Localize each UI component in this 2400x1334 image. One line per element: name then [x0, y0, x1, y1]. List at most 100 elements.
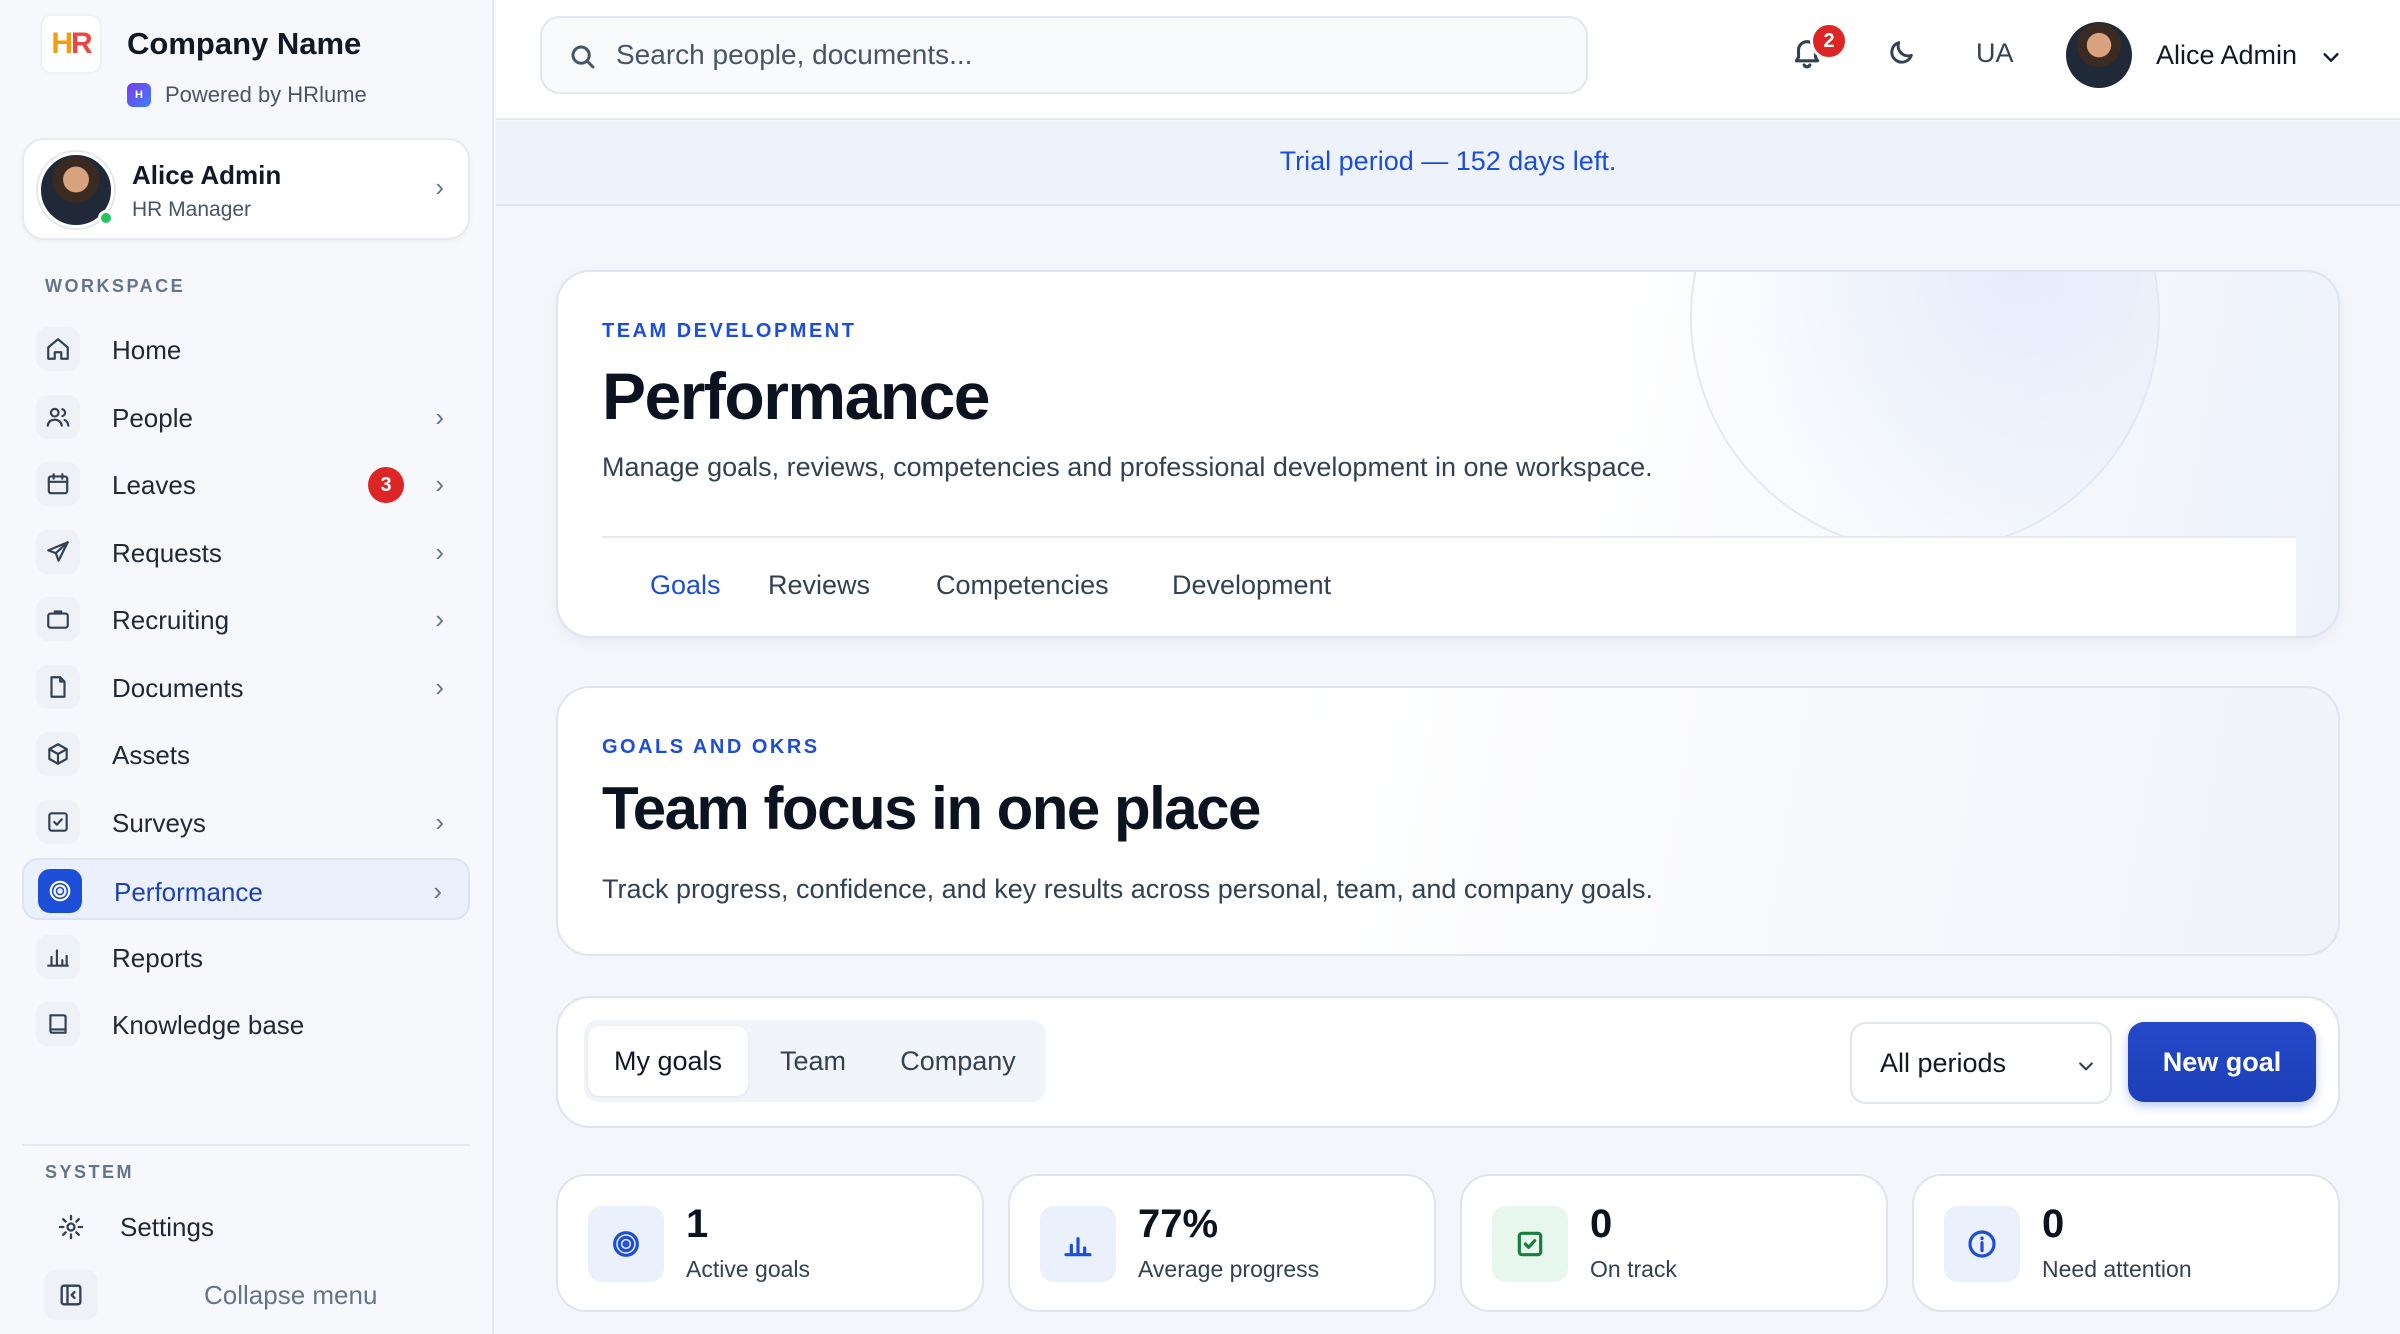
stat-value: 0: [2042, 1202, 2065, 1246]
user-name: Alice Admin: [132, 160, 282, 190]
sidebar-item-label: Assets: [112, 740, 191, 770]
leaves-count-badge: 3: [368, 467, 404, 503]
chevron-down-icon: [2079, 1062, 2093, 1071]
check-square-icon: [1492, 1206, 1568, 1282]
brand[interactable]: HR Company Name H Powered by HRlume: [40, 14, 480, 114]
stat-label: Need attention: [2042, 1256, 2192, 1282]
gear-icon: [44, 1202, 98, 1252]
stat-value: 0: [1590, 1202, 1613, 1246]
stat-label: Active goals: [686, 1256, 811, 1282]
page-description: Manage goals, reviews, competencies and …: [602, 452, 1653, 482]
tab-goals[interactable]: Goals: [650, 570, 721, 601]
stat-card-on-track: 0 On track: [1460, 1174, 1888, 1312]
chevron-right-icon: ›: [435, 469, 444, 499]
sidebar-item-leaves[interactable]: Leaves 3 ›: [22, 453, 470, 515]
sidebar-item-label: Reports: [112, 942, 204, 973]
people-icon: [36, 394, 80, 439]
trial-banner-text: Trial period — 152 days left.: [1279, 146, 1617, 176]
scope-team[interactable]: Team: [756, 1026, 870, 1096]
search-bar[interactable]: [540, 16, 1588, 94]
sidebar-item-knowledge-base[interactable]: Knowledge base: [22, 993, 470, 1055]
active-tab-indicator: [648, 636, 776, 638]
sidebar-divider: [22, 1144, 470, 1146]
sidebar-item-requests[interactable]: Requests ›: [22, 521, 470, 583]
sidebar: HR Company Name H Powered by HRlume Alic…: [0, 0, 494, 1334]
moon-icon: [1890, 41, 1913, 64]
box-icon: [36, 732, 80, 776]
hrlume-logo-icon: H: [127, 83, 151, 107]
document-icon: [36, 664, 80, 709]
performance-hero-card: TEAM DEVELOPMENT Performance Manage goal…: [556, 270, 2340, 638]
sidebar-item-people[interactable]: People ›: [22, 386, 470, 448]
target-icon: [38, 869, 82, 913]
sidebar-item-label: Knowledge base: [112, 1010, 305, 1040]
sidebar-item-recruiting[interactable]: Recruiting ›: [22, 588, 470, 650]
search-icon: [571, 45, 595, 69]
sidebar-nav: Home People › Leaves 3 › Requests › Recr…: [22, 318, 470, 1061]
okr-eyebrow: GOALS AND OKRS: [602, 736, 820, 758]
period-select-value: All periods: [1880, 1048, 2007, 1078]
sidebar-item-label: Requests: [112, 537, 222, 568]
home-icon: [36, 327, 80, 371]
powered-by: H Powered by HRlume: [127, 82, 367, 108]
sidebar-item-reports[interactable]: Reports: [22, 926, 470, 988]
scope-my-goals[interactable]: My goals: [588, 1026, 748, 1096]
collapse-menu-button[interactable]: Collapse menu: [44, 1264, 484, 1324]
avatar: [2066, 22, 2132, 88]
trial-banner: Trial period — 152 days left.: [496, 122, 2400, 206]
sidebar-item-label: Home: [112, 335, 182, 365]
topbar: 2 UA Alice Admin: [496, 0, 2400, 120]
stat-card-average-progress: 77% Average progress: [1008, 1174, 1436, 1312]
period-select[interactable]: All periods: [1850, 1022, 2112, 1104]
company-logo: HR: [40, 14, 102, 74]
theme-toggle-button[interactable]: [1886, 36, 1920, 70]
chevron-right-icon: ›: [433, 876, 442, 906]
app-root: HR Company Name H Powered by HRlume Alic…: [0, 0, 2400, 1334]
collapse-menu-label: Collapse menu: [204, 1280, 378, 1310]
user-menu-button[interactable]: Alice Admin: [2066, 22, 2366, 88]
sidebar-item-settings[interactable]: Settings: [44, 1196, 484, 1256]
stat-card-need-attention: 0 Need attention: [1912, 1174, 2340, 1312]
sidebar-user-card[interactable]: Alice Admin HR Manager ›: [22, 138, 470, 240]
sidebar-item-label: Recruiting: [112, 605, 230, 635]
okr-title: Team focus in one place: [602, 775, 1261, 842]
goals-okr-card: GOALS AND OKRS Team focus in one place T…: [556, 686, 2340, 956]
chevron-right-icon: ›: [435, 604, 444, 634]
calendar-icon: [36, 462, 80, 506]
sidebar-item-assets[interactable]: Assets: [22, 723, 470, 785]
chevron-right-icon: ›: [435, 401, 444, 432]
sidebar-item-documents[interactable]: Documents ›: [22, 656, 470, 718]
collapse-sidebar-icon: [44, 1270, 98, 1320]
chevron-right-icon: ›: [435, 806, 444, 837]
stat-value: 1: [686, 1202, 709, 1246]
company-name: Company Name: [127, 26, 362, 61]
tab-competencies[interactable]: Competencies: [936, 570, 1109, 601]
sidebar-item-label: Surveys: [112, 807, 206, 838]
stat-card-active-goals: 1 Active goals: [556, 1174, 984, 1312]
search-input[interactable]: [616, 32, 1556, 78]
page-title: Performance: [602, 359, 991, 433]
decorative-circle: [1690, 272, 2160, 552]
sidebar-item-performance[interactable]: Performance ›: [22, 858, 470, 920]
goal-scope-segmented-control: My goals Team Company: [584, 1020, 1046, 1102]
target-icon: [588, 1206, 664, 1282]
new-goal-button[interactable]: New goal: [2128, 1022, 2316, 1102]
powered-by-text: Powered by HRlume: [165, 82, 367, 107]
tab-development[interactable]: Development: [1172, 570, 1331, 601]
scope-company[interactable]: Company: [878, 1026, 1038, 1096]
tab-reviews[interactable]: Reviews: [768, 570, 870, 601]
chevron-right-icon: ›: [435, 536, 444, 567]
sidebar-item-surveys[interactable]: Surveys ›: [22, 791, 470, 853]
bar-chart-icon: [1040, 1206, 1116, 1282]
bar-chart-icon: [36, 934, 80, 979]
language-switcher[interactable]: UA: [1976, 38, 2014, 69]
top-user-name: Alice Admin: [2156, 40, 2298, 70]
goals-filter-bar: My goals Team Company All periods New go…: [556, 996, 2340, 1128]
checkbox-icon: [36, 799, 80, 844]
okr-description: Track progress, confidence, and key resu…: [602, 874, 1654, 904]
sidebar-item-home[interactable]: Home: [22, 318, 470, 380]
notifications-button[interactable]: 2: [1790, 22, 1848, 74]
chevron-right-icon: ›: [435, 671, 444, 702]
book-icon: [36, 1002, 80, 1046]
stat-label: On track: [1590, 1256, 1677, 1282]
